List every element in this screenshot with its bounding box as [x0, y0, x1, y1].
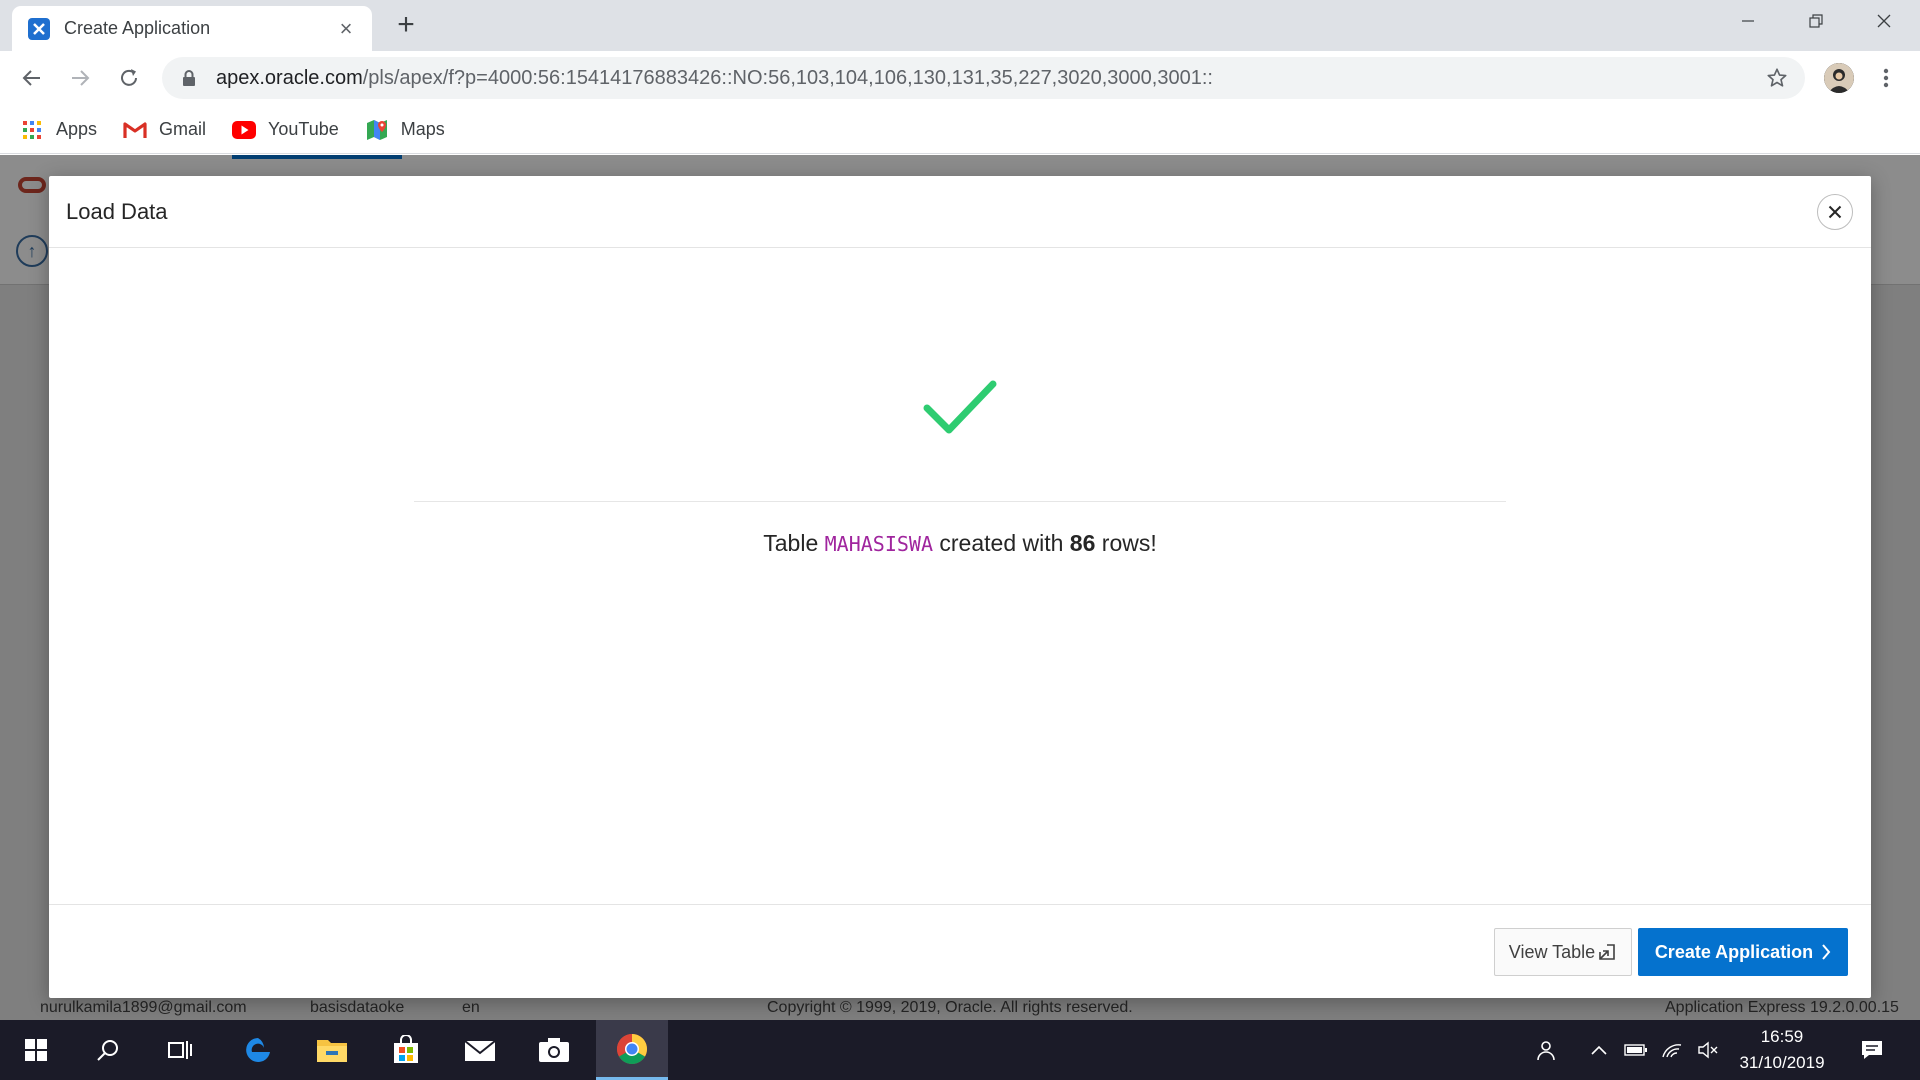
reload-button[interactable] [112, 61, 146, 95]
view-table-button[interactable]: View Table [1494, 928, 1632, 976]
system-clock[interactable]: 16:59 31/10/2019 [1722, 1024, 1842, 1076]
people-icon[interactable] [1528, 1020, 1562, 1080]
start-button[interactable] [0, 1020, 72, 1080]
minimize-button[interactable] [1714, 0, 1782, 42]
create-application-label: Create Application [1654, 941, 1814, 962]
bookmark-youtube[interactable]: YouTube [232, 119, 339, 141]
profile-avatar[interactable] [1824, 63, 1854, 93]
message-suffix: rows! [1101, 530, 1157, 556]
reload-icon [121, 69, 137, 86]
camera-icon [539, 1038, 569, 1062]
window-close-icon [1877, 14, 1891, 28]
bookmark-label: Maps [400, 119, 445, 139]
row-count: 86 [1069, 530, 1096, 556]
result-message: Table MAHASISWA created with 86 rows! [49, 530, 1871, 557]
gmail-icon [123, 119, 147, 141]
view-table-label: View Table [1508, 941, 1596, 962]
divider [414, 501, 1506, 502]
notifications-icon[interactable] [1850, 1020, 1894, 1080]
mail-icon [464, 1040, 496, 1061]
back-arrow-icon [22, 70, 40, 86]
message-mid: created with [939, 530, 1064, 556]
browser-toolbar: apex.oracle.com/pls/apex/f?p=4000:56:154… [0, 51, 1920, 106]
taskbar-file-explorer[interactable] [296, 1020, 368, 1080]
youtube-icon [232, 119, 257, 141]
taskbar-mail[interactable] [444, 1020, 516, 1080]
browser-menu-icon[interactable] [1872, 63, 1900, 93]
search-icon [97, 1040, 118, 1061]
store-icon [394, 1035, 418, 1063]
windows-taskbar: 16:59 31/10/2019 [0, 1020, 1920, 1080]
clock-date: 31/10/2019 [1739, 1053, 1825, 1072]
tab-close-icon[interactable]: × [334, 16, 358, 41]
new-tab-button[interactable]: + [390, 10, 422, 42]
bookmark-gmail[interactable]: Gmail [123, 119, 206, 141]
close-icon [1828, 205, 1842, 219]
wifi-icon[interactable] [1658, 1020, 1686, 1080]
success-check-icon [923, 380, 997, 434]
load-data-dialog: Load Data Table MAHASISWA created with 8… [49, 176, 1871, 998]
apex-favicon-icon [28, 17, 50, 40]
address-bar[interactable]: apex.oracle.com/pls/apex/f?p=4000:56:154… [162, 57, 1805, 99]
tray-chevron-up-icon[interactable] [1586, 1020, 1612, 1080]
url-path: /pls/apex/f?p=4000:56:15414176883426::NO… [362, 66, 1213, 89]
chevron-right-icon [1821, 943, 1831, 961]
bookmark-label: Apps [56, 119, 98, 139]
bookmark-maps[interactable]: Maps [365, 119, 445, 141]
url-text: apex.oracle.com/pls/apex/f?p=4000:56:154… [216, 67, 1763, 90]
search-button[interactable] [72, 1020, 144, 1080]
bookmark-label: YouTube [268, 119, 339, 139]
lock-icon [183, 70, 195, 86]
battery-icon[interactable] [1622, 1020, 1650, 1080]
table-name: MAHASISWA [824, 532, 933, 556]
task-view-icon [168, 1041, 192, 1059]
taskbar-chrome[interactable] [596, 1020, 668, 1080]
apps-grid-icon [20, 119, 44, 141]
forward-button[interactable] [63, 61, 97, 95]
dialog-close-button[interactable] [1817, 194, 1853, 230]
folder-icon [317, 1040, 347, 1062]
window-close-button[interactable] [1850, 0, 1918, 42]
maps-icon [365, 119, 389, 141]
task-view-button[interactable] [144, 1020, 216, 1080]
restore-icon [1809, 14, 1823, 28]
browser-tab-strip: Create Application × + [0, 0, 1920, 51]
bookmark-apps[interactable]: Apps [20, 119, 97, 141]
restore-button[interactable] [1782, 0, 1850, 42]
forward-arrow-icon [72, 70, 90, 86]
external-link-icon [1597, 942, 1617, 962]
taskbar-store[interactable] [370, 1020, 442, 1080]
windows-logo-icon [25, 1039, 47, 1061]
url-host: apex.oracle.com [216, 66, 363, 89]
taskbar-camera[interactable] [518, 1020, 590, 1080]
message-prefix: Table [763, 530, 819, 556]
create-application-button[interactable]: Create Application [1638, 928, 1848, 976]
minimize-icon [1742, 20, 1754, 22]
browser-tab[interactable]: Create Application × [12, 6, 372, 51]
bookmark-label: Gmail [159, 119, 207, 139]
volume-muted-icon[interactable] [1694, 1020, 1722, 1080]
bookmarks-bar: Apps Gmail YouTube Maps [0, 106, 1920, 154]
chrome-icon [616, 1033, 648, 1064]
tab-title: Create Application [64, 18, 211, 38]
dialog-body: Table MAHASISWA created with 86 rows! [49, 248, 1871, 904]
dialog-footer: View Table Create Application [49, 904, 1871, 998]
dialog-header: Load Data [49, 176, 1871, 248]
clock-time: 16:59 [1760, 1027, 1804, 1046]
taskbar-edge[interactable] [222, 1020, 294, 1080]
back-button[interactable] [15, 61, 49, 95]
bookmark-star-icon[interactable] [1763, 64, 1791, 92]
edge-icon [246, 1038, 270, 1062]
dialog-title: Load Data [66, 198, 168, 224]
